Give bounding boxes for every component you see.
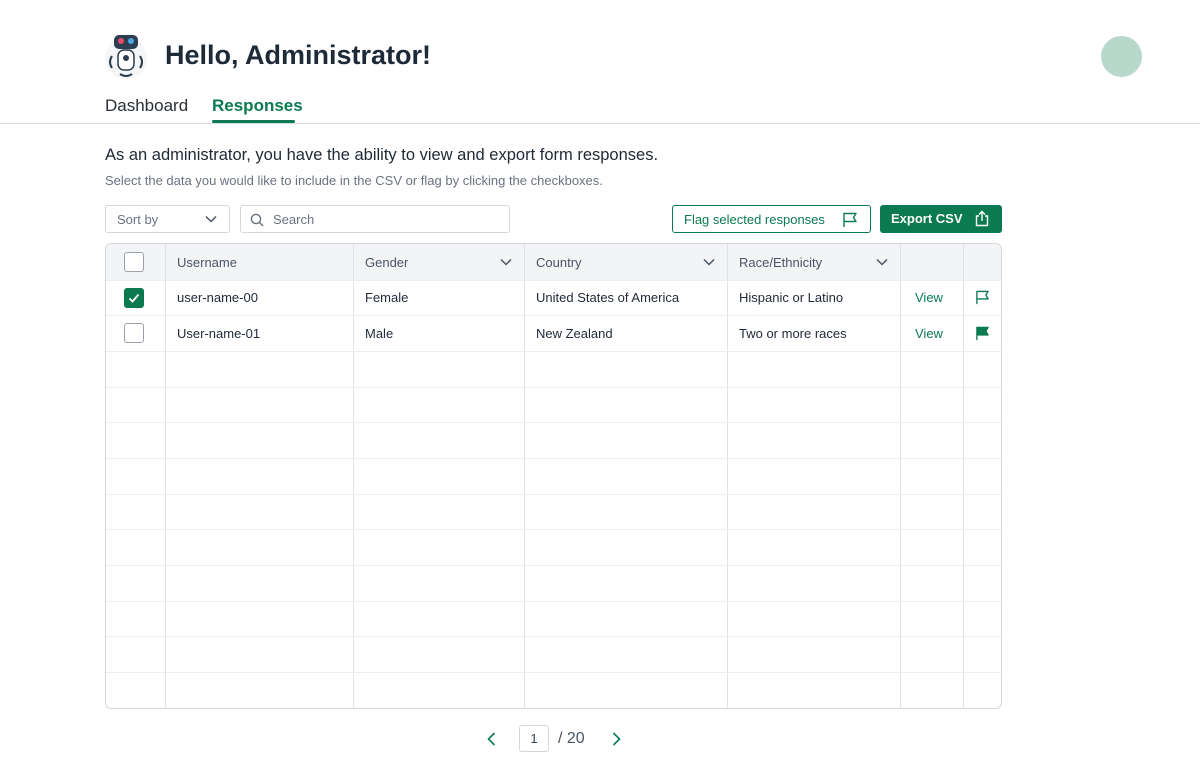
row-divider [106,601,1001,602]
search-input[interactable] [273,209,503,229]
view-response-link[interactable]: View [915,326,943,341]
column-header-country[interactable]: Country [524,244,727,280]
row-divider [106,387,1001,388]
column-divider [963,244,964,708]
cell-gender: Male [365,326,394,341]
flag-selected-button[interactable]: Flag selected responses [672,205,871,233]
export-csv-label: Export CSV [891,211,963,226]
intro-subtitle: Select the data you would like to includ… [105,173,603,188]
column-header-gender-label: Gender [365,255,409,270]
flag-selected-label: Flag selected responses [684,212,825,227]
active-tab-indicator [212,120,295,123]
chevron-left-icon[interactable] [484,730,500,748]
column-divider [524,244,525,708]
cell-race: Two or more races [739,326,847,341]
user-avatar[interactable] [1101,36,1142,77]
chevron-down-icon [876,258,888,266]
row-divider [106,529,1001,530]
row-divider [106,458,1001,459]
robot-logo-icon [105,35,147,79]
search-field[interactable] [240,205,510,233]
column-header-race[interactable]: Race/Ethnicity [727,244,900,280]
cell-gender: Female [365,290,409,305]
share-icon [975,210,989,227]
column-divider [900,244,901,708]
search-icon [250,213,264,227]
flag-outline-icon[interactable] [975,290,990,305]
row-divider [106,315,1001,316]
tab-dashboard[interactable]: Dashboard [105,96,188,116]
page-number-input[interactable] [519,725,549,752]
chevron-down-icon [500,258,512,266]
intro-title: As an administrator, you have the abilit… [105,146,659,164]
sort-by-dropdown[interactable]: Sort by [105,205,230,233]
row-divider [106,565,1001,566]
row-divider [106,422,1001,423]
column-divider [165,244,166,708]
row-divider [106,351,1001,352]
column-header-country-label: Country [536,255,582,270]
row-checkbox[interactable] [124,323,144,343]
flag-filled-icon[interactable] [975,326,990,341]
row-divider [106,280,1001,281]
row-checkbox[interactable] [124,288,144,308]
column-header-race-label: Race/Ethnicity [739,255,823,270]
cell-country: New Zealand [536,326,613,341]
select-all-checkbox[interactable] [124,252,144,272]
column-divider [727,244,728,708]
row-divider [106,672,1001,673]
cell-username: User-name-01 [177,326,261,341]
flag-outline-icon [843,212,857,227]
view-response-link[interactable]: View [915,290,943,305]
column-header-username: Username [177,255,237,270]
cell-username: user-name-00 [177,290,258,305]
cell-country: United States of America [536,290,680,305]
page-title: Hello, Administrator! [165,40,432,70]
export-csv-button[interactable]: Export CSV [880,205,1002,233]
chevron-down-icon [205,215,217,223]
sort-by-label: Sort by [117,212,159,227]
row-divider [106,636,1001,637]
tab-responses[interactable]: Responses [212,96,303,116]
column-divider [353,244,354,708]
page-total: / 20 [558,730,585,747]
checkmark-icon [128,293,140,303]
responses-table: Username Gender Country Race/Ethnicity u… [105,243,1002,709]
cell-race: Hispanic or Latino [739,290,844,305]
chevron-down-icon [703,258,715,266]
app-header: Hello, Administrator! Dashboard Response… [0,0,1200,124]
chevron-right-icon[interactable] [608,730,624,748]
row-divider [106,494,1001,495]
column-header-gender[interactable]: Gender [353,244,524,280]
